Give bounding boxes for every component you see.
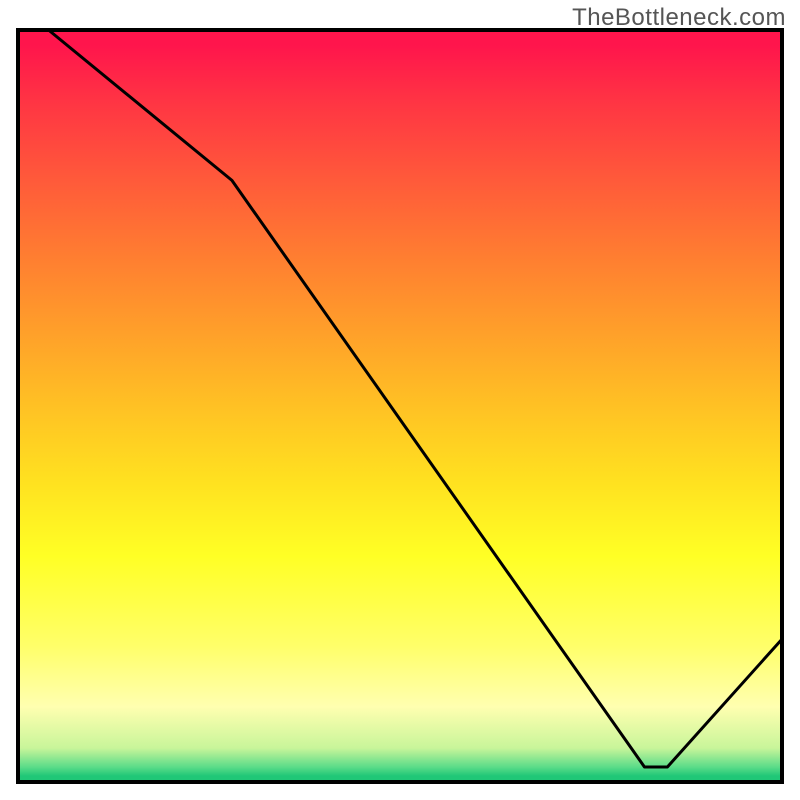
bottleneck-chart	[0, 0, 800, 800]
plot-background	[18, 30, 782, 782]
